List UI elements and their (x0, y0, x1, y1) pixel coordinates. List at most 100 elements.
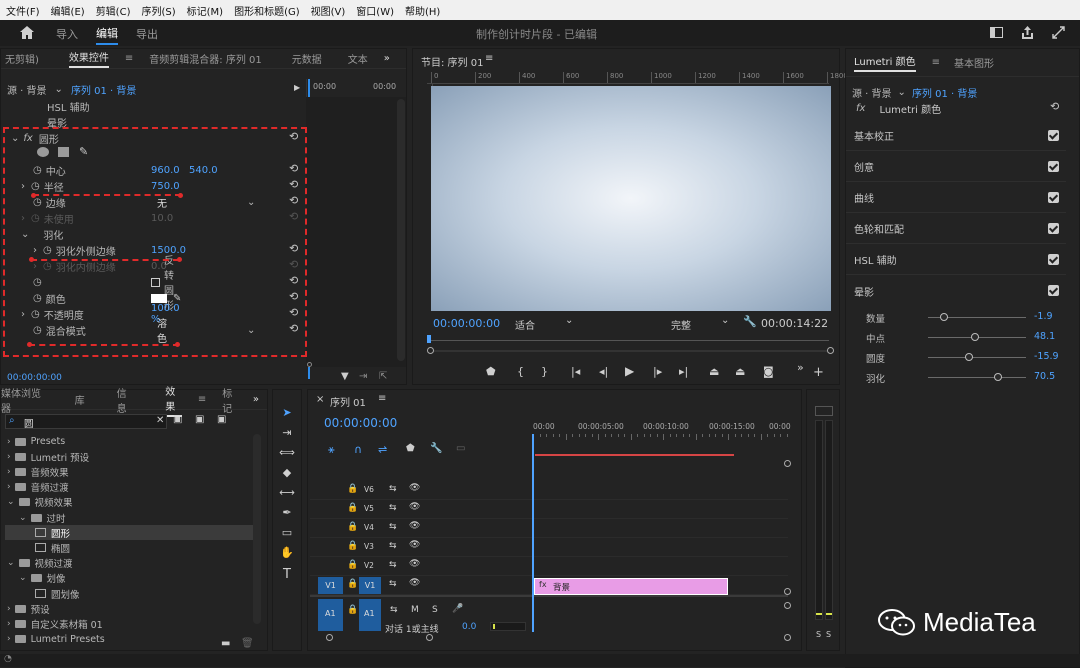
lumetri-clip[interactable]: 序列 01 · 背景 (912, 85, 977, 100)
scrollbar[interactable] (253, 434, 261, 624)
zoom-handle[interactable] (326, 634, 333, 641)
add-marker-icon[interactable]: ⬟ (406, 443, 415, 454)
sync-icon[interactable]: ⇆ (389, 503, 397, 513)
tab-effects[interactable]: 效果 (165, 383, 182, 417)
workspace-panel-icon[interactable] (990, 27, 1003, 38)
menu-lines-icon[interactable]: ≡ (378, 393, 386, 404)
export-frame-icon[interactable]: ◙ (763, 365, 774, 378)
section-checkbox[interactable] (1048, 161, 1059, 172)
more-icon[interactable]: » (797, 361, 804, 374)
tree-item[interactable]: › 音频过渡 (7, 480, 69, 495)
nest-icon[interactable]: ⚹ (328, 443, 335, 457)
lock-icon[interactable]: 🔒 (347, 605, 358, 615)
tree-item[interactable]: › Lumetri 预设 (7, 449, 89, 464)
reset-icon[interactable]: ⟲ (1050, 100, 1059, 113)
menu-lines-icon[interactable]: ≡ (125, 53, 133, 64)
more-icon[interactable]: » (253, 394, 259, 405)
chevron-right-icon[interactable]: › (7, 634, 11, 644)
go-to-in-icon[interactable]: |◂ (571, 365, 580, 378)
tab-markers[interactable]: 标记 (222, 385, 239, 415)
chevron-right-icon[interactable]: › (7, 604, 11, 614)
tab-import[interactable]: 导入 (56, 26, 78, 42)
tree-item[interactable]: 椭圆 (31, 540, 70, 555)
expand-icon[interactable]: ⌄ (7, 558, 15, 568)
menu-lines-icon[interactable]: ≡ (932, 57, 940, 68)
scroll-handle[interactable] (784, 602, 791, 609)
menu-file[interactable]: 文件(F) (6, 3, 40, 18)
sync-icon[interactable]: ⇆ (389, 541, 397, 551)
section-vignette[interactable]: 晕影 (846, 276, 1066, 306)
section-checkbox[interactable] (1048, 285, 1059, 296)
solo-right-button[interactable]: S (826, 630, 831, 639)
section-color-wheels[interactable]: 色轮和匹配 (846, 214, 1066, 244)
type-tool-icon[interactable]: T (277, 566, 297, 584)
close-icon[interactable]: × (316, 394, 324, 405)
tree-item[interactable]: ⌄ 视频效果 (7, 495, 73, 510)
snap-icon[interactable]: ∩ (354, 443, 362, 456)
play-icon[interactable]: ▶ (294, 83, 300, 92)
keyframe-area[interactable] (306, 97, 406, 367)
tab-libraries[interactable]: 库 (75, 392, 85, 407)
eye-icon[interactable]: 👁 (409, 559, 420, 569)
tree-item[interactable]: › Presets (7, 434, 65, 449)
tree-item[interactable]: 圆划像 (31, 586, 80, 601)
menu-edit[interactable]: 编辑(E) (51, 3, 85, 18)
menu-lines-icon[interactable]: ≡ (198, 394, 206, 405)
chevron-down-icon[interactable]: ⌄ (565, 315, 573, 326)
chevron-down-icon[interactable]: ⌄ (55, 84, 63, 95)
timeline-timecode[interactable]: 00:00:00:00 (324, 416, 397, 430)
razor-tool-icon[interactable]: ◆ (277, 464, 297, 482)
wrench-icon[interactable]: 🔧 (430, 443, 442, 454)
tab-metadata[interactable]: 元数据 (292, 51, 322, 66)
expand-icon[interactable]: ⌄ (19, 513, 27, 523)
scroll-handle[interactable] (784, 588, 791, 595)
section-creative[interactable]: 创意 (846, 152, 1066, 182)
tree-item[interactable]: › Lumetri Presets (7, 632, 105, 647)
menu-markers[interactable]: 标记(M) (187, 3, 223, 18)
marker-icon[interactable]: ⬟ (486, 365, 496, 378)
expand-icon[interactable]: ⌄ (19, 573, 27, 583)
lock-icon[interactable]: 🔒 (347, 503, 358, 513)
tab-source[interactable]: 无剪辑) (5, 51, 39, 66)
chevron-right-icon[interactable]: › (7, 619, 11, 629)
solo-button[interactable]: S (432, 605, 438, 615)
tree-item[interactable]: ⌄ 划像 (19, 571, 66, 586)
section-curves[interactable]: 曲线 (846, 183, 1066, 213)
menu-sequence[interactable]: 序列(S) (141, 3, 175, 18)
solo-left-button[interactable]: S (816, 630, 821, 639)
video-preview[interactable] (431, 86, 831, 311)
source-v1-patch[interactable]: V1 (318, 577, 343, 594)
vignette-param-value[interactable]: 70.5 (1034, 371, 1055, 382)
share-icon[interactable] (1021, 26, 1034, 39)
32bit-icon[interactable]: ▣ (195, 414, 204, 425)
fit-select[interactable]: 适合 (515, 317, 535, 332)
section-basic-correction[interactable]: 基本校正 (846, 121, 1066, 151)
vignette-param-value[interactable]: -15.9 (1034, 351, 1059, 362)
tab-edit[interactable]: 编辑 (96, 25, 118, 45)
scroll-handle[interactable] (784, 460, 791, 467)
search-input[interactable]: ⌕ 圆 ✕ (5, 414, 167, 430)
eye-icon[interactable]: 👁 (409, 540, 420, 550)
menu-window[interactable]: 窗口(W) (356, 3, 394, 18)
chevron-right-icon[interactable]: › (7, 482, 11, 492)
zoom-handle[interactable] (784, 634, 791, 641)
selection-tool-icon[interactable]: ➤ (277, 404, 297, 422)
ec-timecode[interactable]: 00:00:00:00 (7, 373, 62, 383)
video-clip[interactable]: fx 背景 (534, 578, 728, 595)
audio-track-a1[interactable]: A1 (359, 599, 381, 631)
sync-icon[interactable]: ⇆ (389, 579, 397, 589)
filter-icon[interactable]: ▼ (341, 371, 349, 382)
sync-icon[interactable]: ⇆ (389, 522, 397, 532)
slip-tool-icon[interactable]: ⟷ (277, 484, 297, 502)
lock-icon[interactable]: 🔒 (347, 579, 358, 589)
sequence-tab[interactable]: 序列 01 (330, 394, 366, 409)
more-icon[interactable]: » (384, 53, 390, 64)
add-button[interactable]: + (813, 365, 824, 380)
tree-item[interactable]: ⌄ 视频过渡 (7, 556, 73, 571)
sync-icon[interactable]: ⇆ (389, 560, 397, 570)
microphone-icon[interactable]: 🎤 (452, 604, 463, 614)
vignette-param-value[interactable]: 48.1 (1034, 331, 1055, 342)
section-hsl-secondary[interactable]: HSL 辅助 (846, 245, 1066, 275)
tab-effect-controls[interactable]: 效果控件 (68, 49, 109, 68)
clear-icon[interactable]: ✕ (156, 415, 164, 426)
